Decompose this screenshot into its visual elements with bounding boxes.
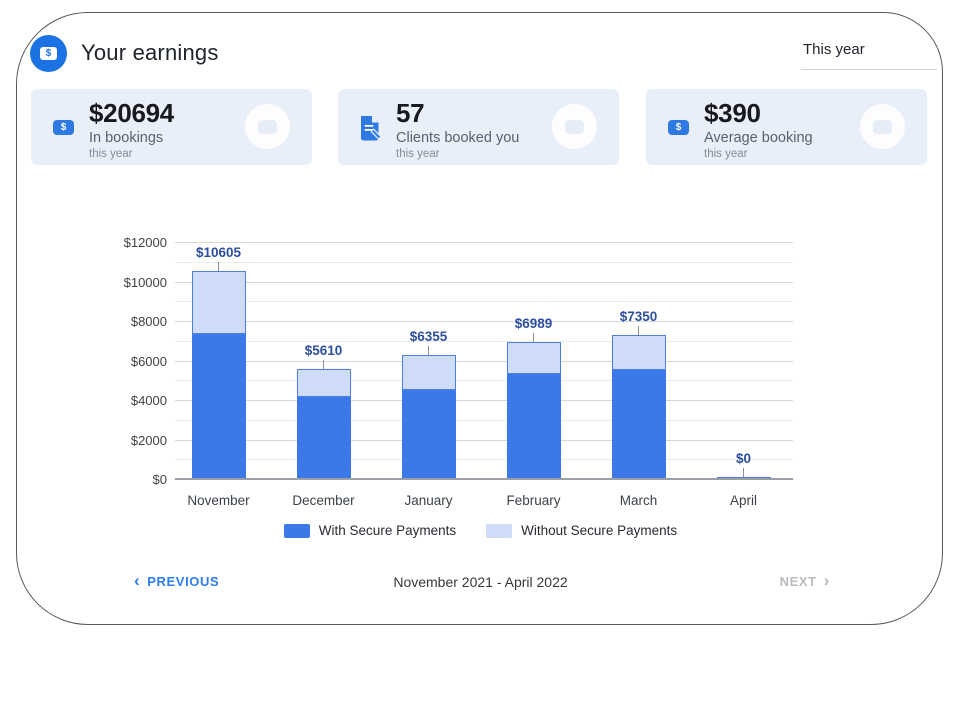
legend-label: With Secure Payments bbox=[319, 523, 456, 538]
gridline bbox=[175, 282, 793, 283]
stat-value: $20694 bbox=[89, 98, 174, 129]
legend-swatch bbox=[284, 524, 310, 538]
legend-item: Without Secure Payments bbox=[486, 523, 677, 538]
bar-segment-with[interactable] bbox=[192, 334, 246, 480]
stat-label: Clients booked you bbox=[396, 130, 519, 146]
bar-february[interactable] bbox=[507, 243, 561, 480]
gridline bbox=[175, 361, 793, 362]
gridline bbox=[175, 400, 793, 401]
gridline bbox=[175, 262, 793, 263]
y-tick-label: $0 bbox=[101, 472, 167, 487]
chart-y-axis: $0$2000$4000$6000$8000$10000$12000 bbox=[101, 243, 167, 480]
watermark-circle-icon bbox=[245, 104, 290, 149]
bar-segment-with[interactable] bbox=[612, 370, 666, 480]
legend-item: With Secure Payments bbox=[284, 523, 456, 538]
bar-segment-with[interactable] bbox=[297, 397, 351, 480]
bar-segment-with[interactable] bbox=[402, 390, 456, 480]
legend-swatch bbox=[486, 524, 512, 538]
stat-value: $390 bbox=[704, 98, 813, 129]
bar-value-label: $5610 bbox=[279, 343, 369, 358]
bar-value-label: $6355 bbox=[384, 329, 474, 344]
x-axis-label: November bbox=[166, 493, 271, 508]
y-tick-label: $8000 bbox=[101, 314, 167, 329]
gridline bbox=[175, 301, 793, 302]
bar-segment-without[interactable] bbox=[402, 355, 456, 391]
gridline bbox=[175, 478, 793, 480]
gridline bbox=[175, 440, 793, 441]
y-tick-label: $12000 bbox=[101, 235, 167, 250]
bar-segment-without[interactable] bbox=[612, 335, 666, 371]
legend-label: Without Secure Payments bbox=[521, 523, 677, 538]
x-axis-label: December bbox=[271, 493, 376, 508]
period-selector-value: This year bbox=[803, 41, 865, 58]
stat-card-average: $ $390 Average booking this year bbox=[646, 89, 927, 165]
page: $ Your earnings This year $ $20694 In bo… bbox=[0, 0, 960, 720]
y-tick-label: $2000 bbox=[101, 433, 167, 448]
bar-segment-with[interactable] bbox=[507, 374, 561, 480]
chevron-right-icon: › bbox=[824, 572, 830, 589]
bar-march[interactable] bbox=[612, 243, 666, 480]
bar-segment-without[interactable] bbox=[192, 271, 246, 334]
next-button[interactable]: NEXT › bbox=[780, 573, 830, 590]
bar-label-connector bbox=[323, 360, 325, 369]
bar-label-connector bbox=[638, 326, 640, 335]
bar-label-connector bbox=[533, 333, 535, 342]
stat-label: Average booking bbox=[704, 130, 813, 146]
stat-value: 57 bbox=[396, 98, 519, 129]
period-selector[interactable]: This year bbox=[801, 39, 937, 70]
stat-sublabel: this year bbox=[396, 148, 519, 160]
x-axis-label: April bbox=[691, 493, 796, 508]
next-label: NEXT bbox=[780, 574, 817, 589]
page-title: Your earnings bbox=[81, 40, 219, 66]
bar-april[interactable] bbox=[717, 243, 771, 480]
earnings-panel: $ Your earnings This year $ $20694 In bo… bbox=[16, 12, 943, 625]
bar-segment-without[interactable] bbox=[297, 369, 351, 397]
dollar-badge-icon: $ bbox=[53, 120, 74, 135]
y-tick-label: $4000 bbox=[101, 393, 167, 408]
chart-legend: With Secure Payments Without Secure Payme… bbox=[17, 523, 943, 538]
gridline bbox=[175, 341, 793, 342]
watermark-circle-icon bbox=[552, 104, 597, 149]
bar-value-label: $6989 bbox=[489, 316, 579, 331]
stat-card-clients: 57 Clients booked you this year bbox=[338, 89, 619, 165]
gridline bbox=[175, 420, 793, 421]
gridline bbox=[175, 380, 793, 381]
earnings-logo-icon: $ bbox=[30, 35, 67, 72]
bar-value-label: $0 bbox=[699, 451, 789, 466]
stat-label: In bookings bbox=[89, 130, 174, 146]
bar-value-label: $10605 bbox=[174, 245, 264, 260]
watermark-circle-icon bbox=[860, 104, 905, 149]
x-axis-label: February bbox=[481, 493, 586, 508]
dollar-tag-icon: $ bbox=[40, 47, 57, 60]
gridline bbox=[175, 321, 793, 322]
bar-january[interactable] bbox=[402, 243, 456, 480]
dollar-badge-icon: $ bbox=[668, 120, 689, 135]
bar-segment-without[interactable] bbox=[507, 342, 561, 374]
stat-sublabel: this year bbox=[89, 148, 174, 160]
stat-card-bookings: $ $20694 In bookings this year bbox=[31, 89, 312, 165]
bar-november[interactable] bbox=[192, 243, 246, 480]
bar-value-label: $7350 bbox=[594, 309, 684, 324]
y-tick-label: $6000 bbox=[101, 354, 167, 369]
stat-sublabel: this year bbox=[704, 148, 813, 160]
document-edit-icon bbox=[358, 114, 384, 147]
x-axis-label: January bbox=[376, 493, 481, 508]
bar-label-connector bbox=[218, 262, 220, 271]
gridline bbox=[175, 242, 793, 243]
bar-label-connector bbox=[428, 346, 430, 355]
x-axis-label: March bbox=[586, 493, 691, 508]
y-tick-label: $10000 bbox=[101, 275, 167, 290]
bar-label-connector bbox=[743, 468, 745, 477]
chart-plot: $10605 $5610 $6355 $6989 $7350 $0 bbox=[175, 243, 793, 480]
chart-x-axis: NovemberDecemberJanuaryFebruaryMarchApri… bbox=[166, 493, 796, 511]
